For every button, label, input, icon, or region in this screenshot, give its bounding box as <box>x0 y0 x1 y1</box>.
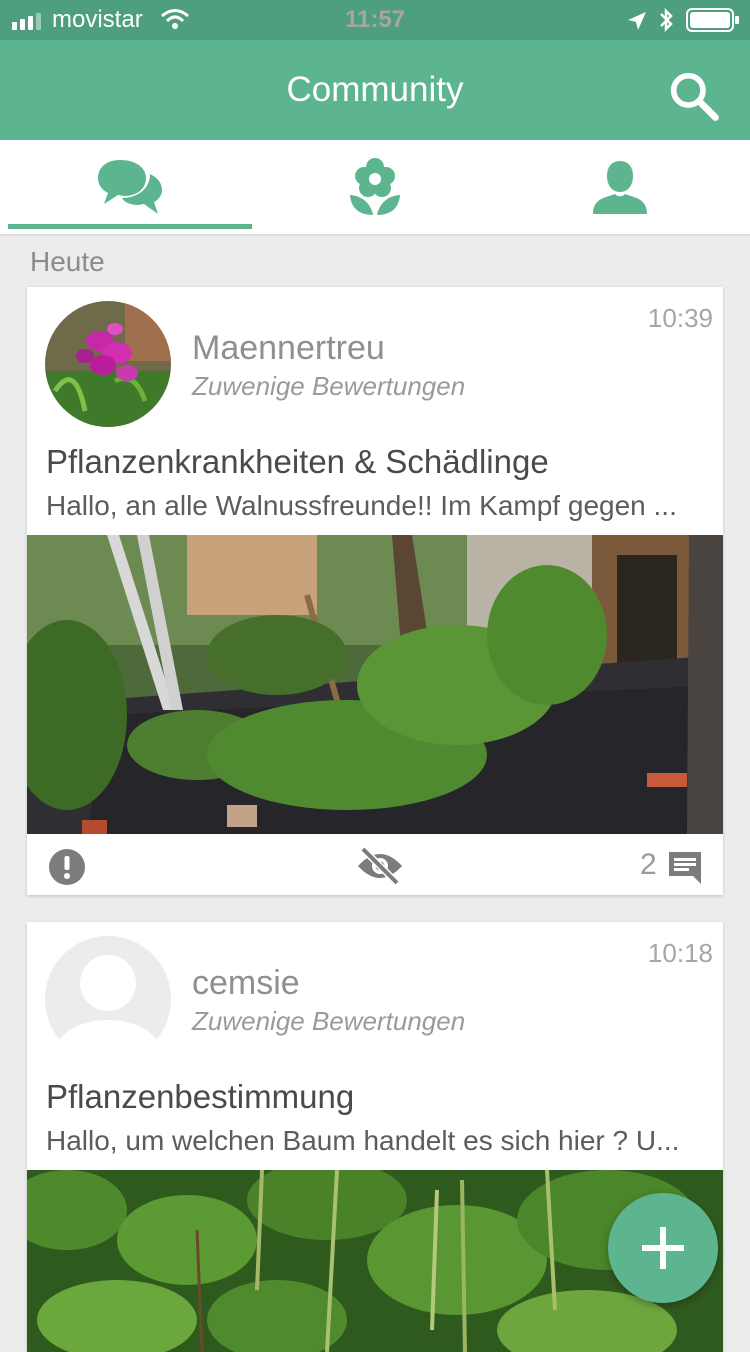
search-icon[interactable] <box>668 70 720 122</box>
post-title[interactable]: Pflanzenbestimmung <box>46 1078 354 1116</box>
status-bar: movistar 11:57 <box>0 0 750 40</box>
report-icon[interactable] <box>48 848 86 886</box>
post-card[interactable]: cemsie Zuwenige Bewertungen 10:18 Pflanz… <box>27 922 723 1352</box>
post-title[interactable]: Pflanzenkrankheiten & Schädlinge <box>46 443 549 481</box>
location-arrow-icon <box>628 12 646 30</box>
post-excerpt[interactable]: Hallo, an alle Walnussfreunde!! Im Kampf… <box>46 490 711 522</box>
chat-bubbles-icon <box>98 160 162 214</box>
app-bar: Community <box>0 40 750 140</box>
hide-eye-icon[interactable] <box>355 845 405 887</box>
add-post-button[interactable] <box>608 1193 718 1303</box>
flower-icon <box>350 158 400 215</box>
flower-photo-avatar <box>45 301 171 427</box>
avatar[interactable] <box>45 936 171 1062</box>
post-time: 10:39 <box>647 303 713 333</box>
page-title: Community <box>286 70 464 109</box>
avatar[interactable] <box>45 301 171 427</box>
comment-count: 2 <box>640 848 657 881</box>
default-user-avatar-icon <box>45 936 171 1062</box>
post-card[interactable]: Maennertreu Zuwenige Bewertungen 10:39 P… <box>27 287 723 895</box>
plus-icon <box>642 1227 684 1269</box>
author-name[interactable]: Maennertreu <box>192 329 385 368</box>
comment-icon[interactable] <box>667 850 703 884</box>
person-icon <box>593 161 647 214</box>
section-header-today: Heute <box>30 246 105 277</box>
post-excerpt[interactable]: Hallo, um welchen Baum handelt es sich h… <box>46 1125 711 1157</box>
post-actions: 2 <box>27 835 723 895</box>
author-rating: Zuwenige Bewertungen <box>192 371 466 401</box>
post-photo[interactable] <box>27 535 723 834</box>
tab-chat[interactable] <box>5 140 255 234</box>
battery-icon <box>686 8 739 32</box>
bluetooth-icon <box>660 7 673 33</box>
tab-plants[interactable] <box>250 140 500 234</box>
tab-bar <box>0 140 750 236</box>
author-rating: Zuwenige Bewertungen <box>192 1006 466 1036</box>
post-time: 10:18 <box>647 938 713 968</box>
author-name[interactable]: cemsie <box>192 964 300 1003</box>
garden-photo <box>27 535 723 834</box>
tab-profile[interactable] <box>495 140 745 234</box>
active-tab-indicator <box>8 224 252 229</box>
